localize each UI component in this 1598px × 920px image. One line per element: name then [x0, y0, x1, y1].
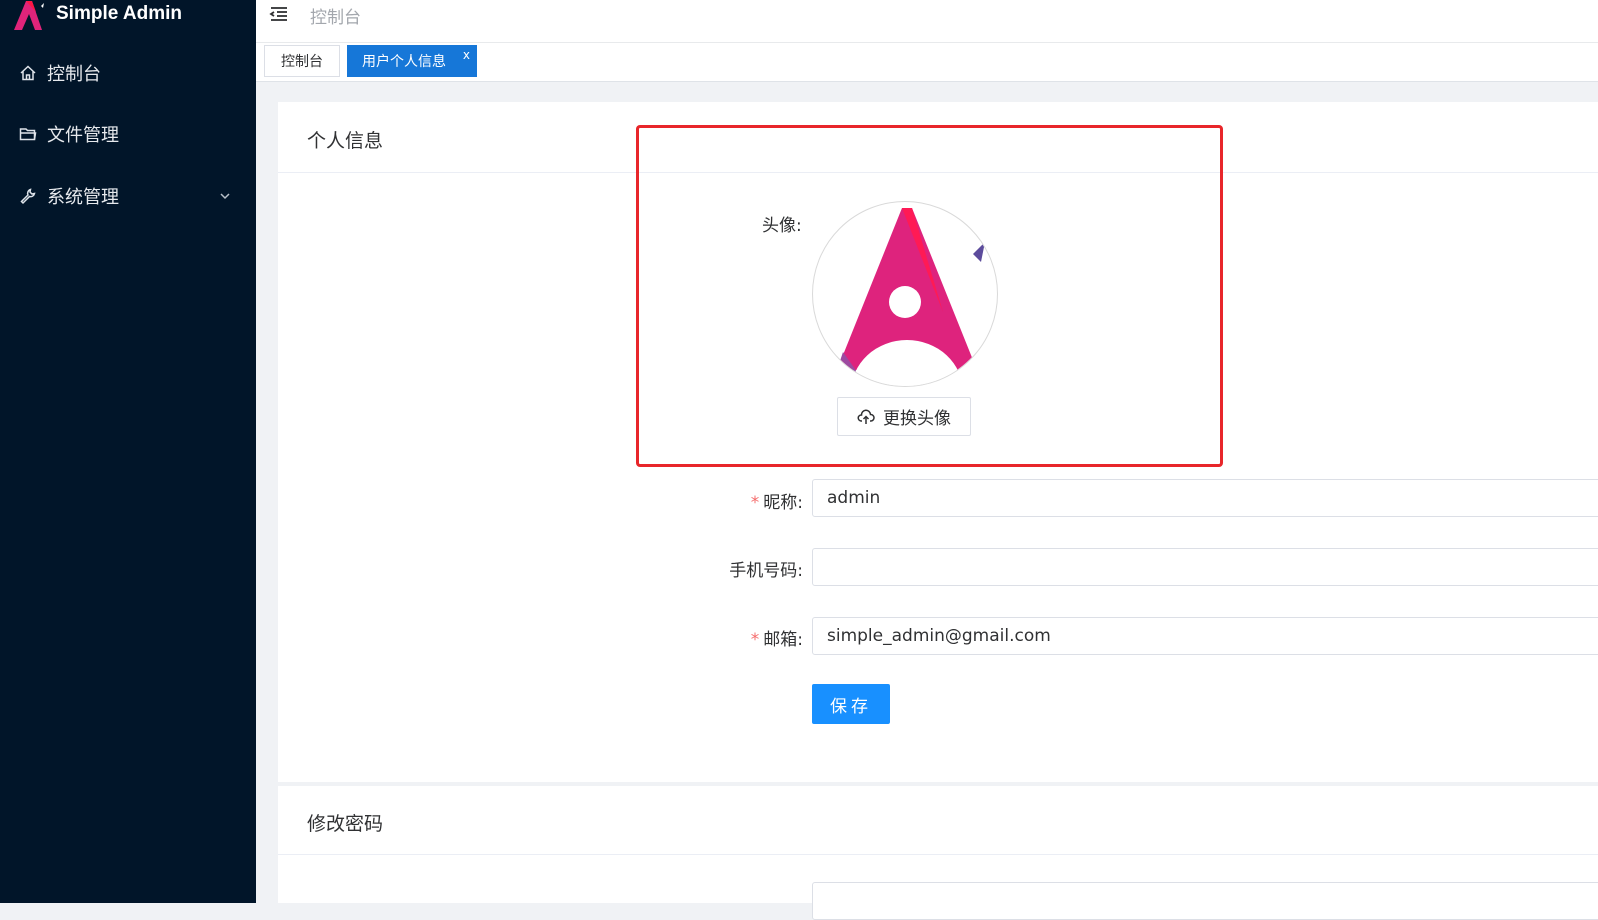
folder-icon [19, 125, 37, 143]
profile-card: 个人信息 头像: 更换头像 *昵称: 手机号码: *邮箱: 保存 修改密码 [278, 102, 1598, 920]
brand[interactable]: Simple Admin [10, 0, 182, 30]
tab-label: 用户个人信息 [362, 54, 446, 70]
sidebar-item-system[interactable]: 系统管理 [0, 176, 256, 216]
home-icon [19, 64, 37, 82]
sidebar-item-dashboard[interactable]: 控制台 [0, 53, 256, 93]
tabs-bar: 控制台 用户个人信息 x [256, 43, 1598, 82]
section-title-profile: 个人信息 [307, 130, 384, 152]
password-input-partial[interactable] [812, 882, 1598, 920]
required-mark: * [750, 630, 760, 650]
divider [278, 172, 1598, 173]
cloud-upload-icon [857, 409, 875, 424]
change-avatar-label: 更换头像 [883, 409, 951, 429]
chevron-down-icon [220, 193, 230, 200]
header: 控制台 [256, 0, 1598, 43]
nickname-input[interactable] [812, 479, 1598, 517]
nickname-label-text: 昵称: [763, 493, 803, 513]
section-gap [278, 782, 1598, 786]
phone-label: 手机号码: [729, 561, 803, 581]
avatar[interactable] [812, 201, 998, 387]
avatar-image [837, 208, 985, 386]
email-label: * 邮箱: [751, 625, 803, 650]
app-name: Simple Admin [56, 3, 182, 24]
phone-input[interactable] [812, 548, 1598, 586]
menu-fold-icon[interactable] [268, 3, 290, 25]
tab-user-profile[interactable]: 用户个人信息 x [347, 45, 477, 77]
avatar-label: 头像: [762, 216, 802, 236]
logo-icon [14, 1, 44, 30]
required-mark: * [750, 493, 760, 513]
breadcrumb[interactable]: 控制台 [310, 3, 361, 28]
sidebar-item-label: 系统管理 [47, 187, 119, 208]
sidebar-item-label: 控制台 [47, 64, 101, 85]
sidebar: Simple Admin 控制台 文件管理 系统管理 [0, 0, 256, 903]
email-input[interactable] [812, 617, 1598, 655]
tab-label: 控制台 [281, 54, 323, 70]
change-avatar-button[interactable]: 更换头像 [837, 397, 971, 436]
save-button[interactable]: 保存 [812, 684, 890, 724]
tab-dashboard[interactable]: 控制台 [264, 45, 340, 77]
email-label-text: 邮箱: [763, 630, 803, 650]
wrench-icon [19, 187, 37, 205]
divider [278, 854, 1598, 855]
nickname-label: * 昵称: [751, 488, 803, 513]
sidebar-item-label: 文件管理 [47, 125, 119, 146]
close-icon[interactable]: x [463, 49, 470, 61]
section-title-password: 修改密码 [307, 813, 384, 835]
sidebar-item-files[interactable]: 文件管理 [0, 114, 256, 154]
